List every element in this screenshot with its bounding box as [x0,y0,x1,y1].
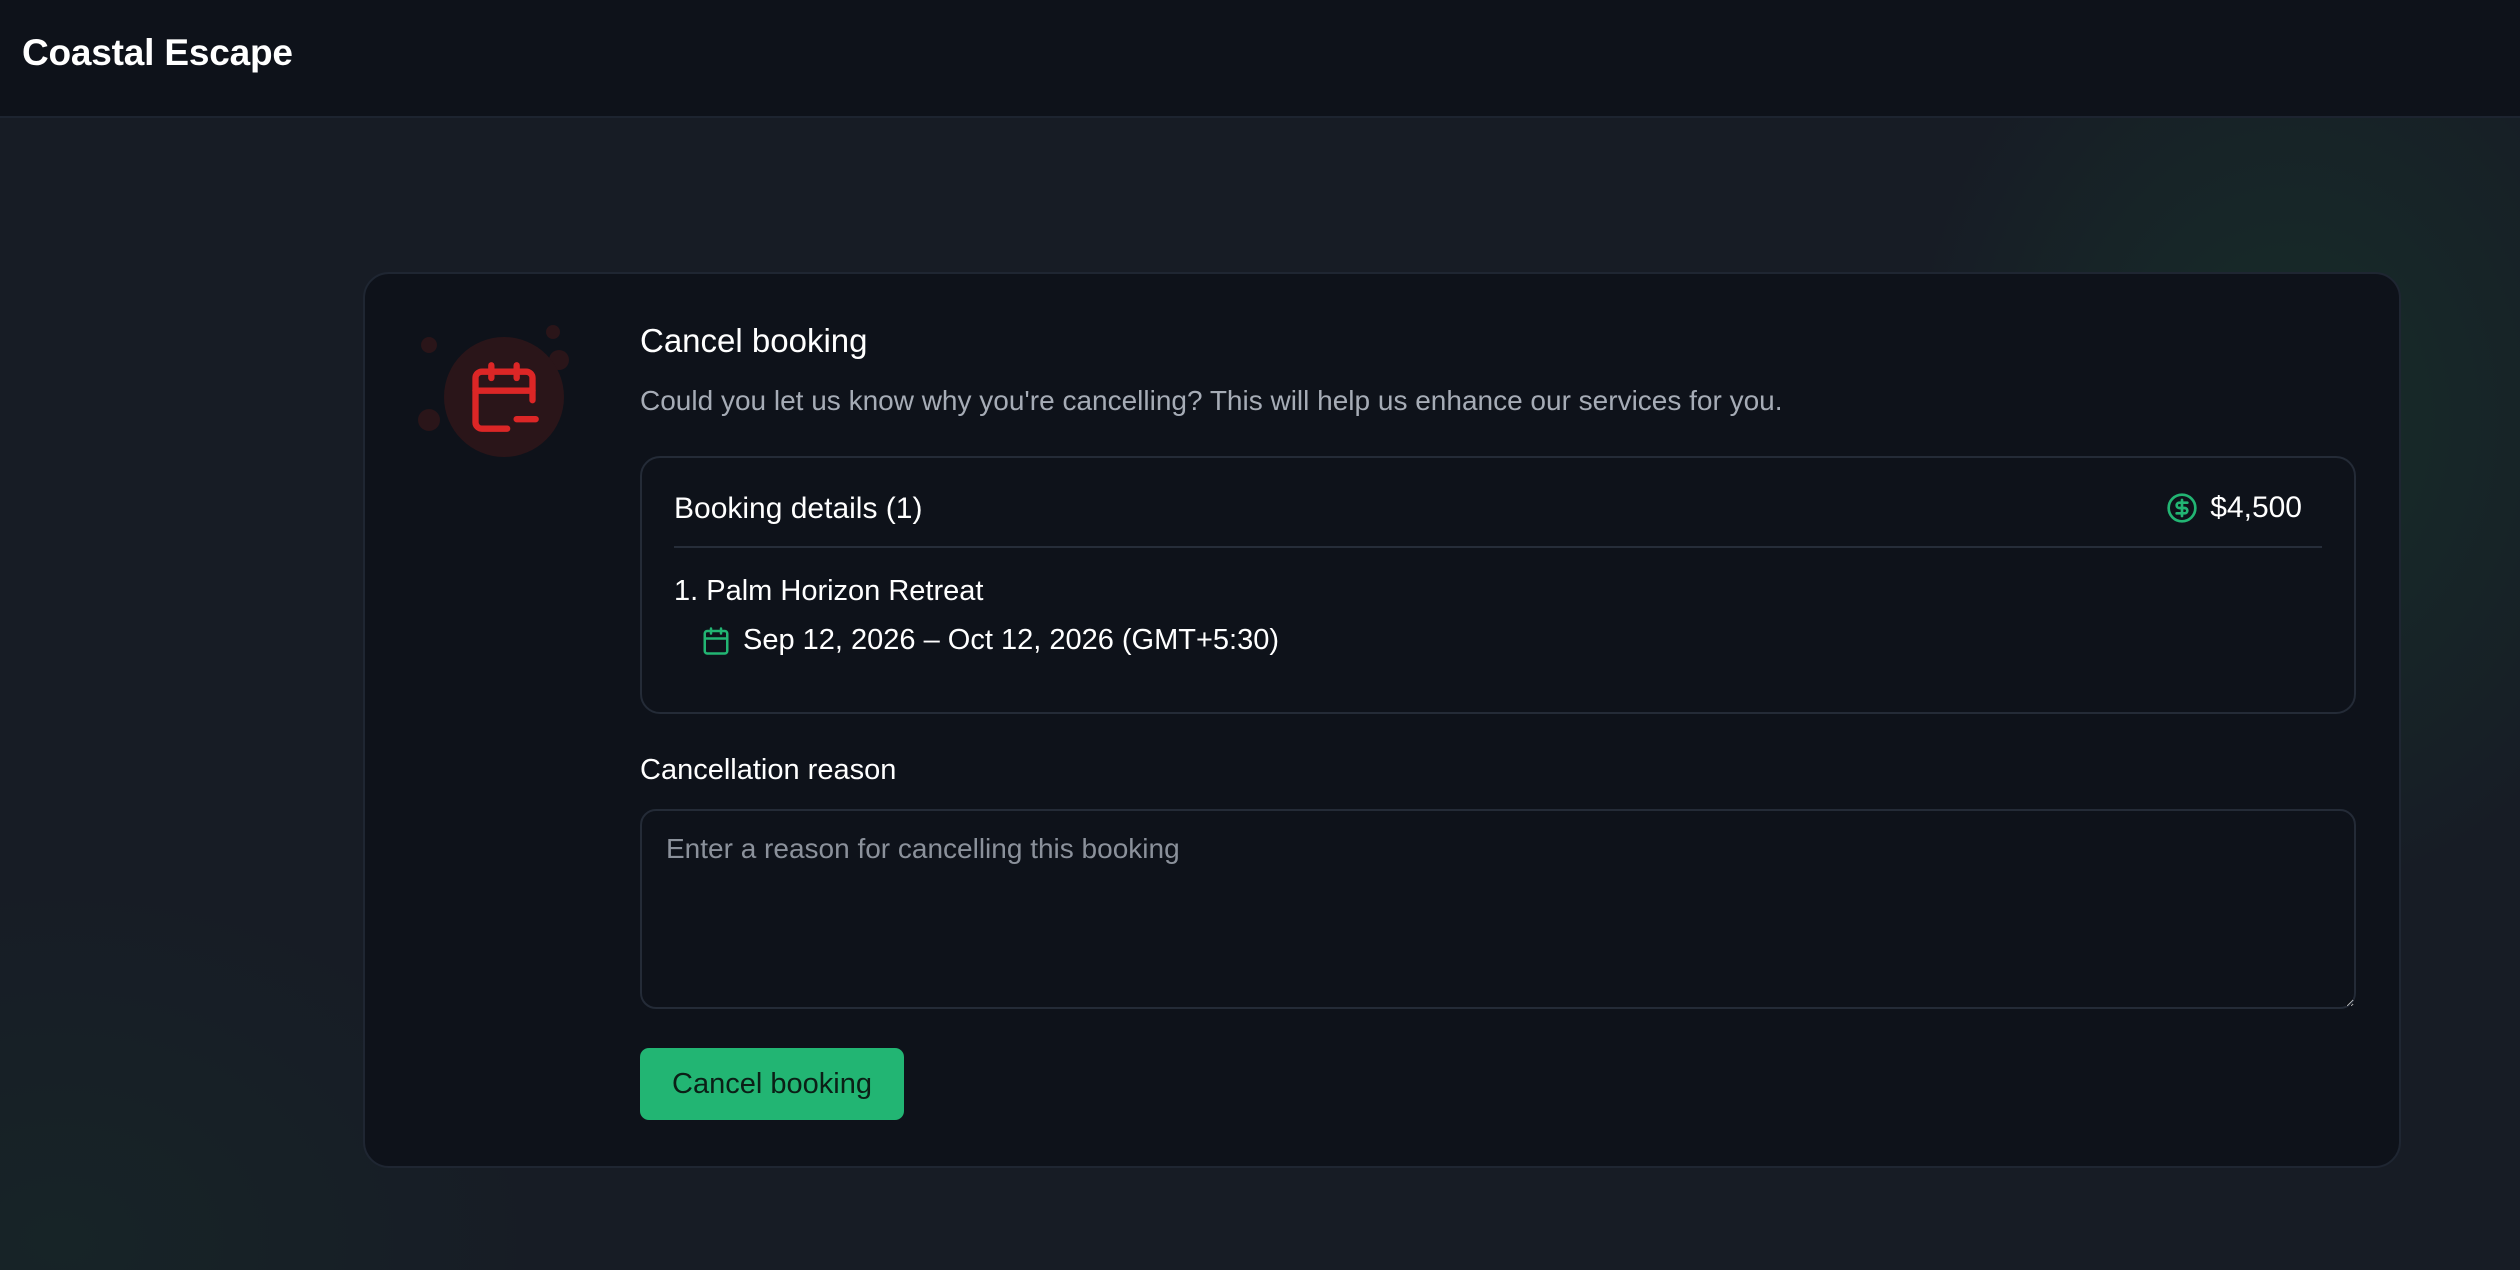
calendar-minus-icon-badge [444,337,564,457]
decorative-dot [546,325,560,339]
cancel-booking-button[interactable]: Cancel booking [640,1048,904,1120]
decorative-dot [418,409,440,431]
booking-details-panel: Booking details (1) $4,500 1. Palm Horiz… [640,456,2356,714]
booking-price-value: $4,500 [2210,491,2302,524]
dollar-circle-icon [2167,493,2197,523]
cancellation-reason-label: Cancellation reason [640,754,897,786]
dialog-icon-decoration [408,325,569,465]
dialog-title: Cancel booking [640,322,868,359]
cancellation-reason-input[interactable] [640,809,2356,1009]
divider [674,546,2322,548]
booking-details-title: Booking details (1) [674,492,923,525]
booking-item-date-range: Sep 12, 2026 – Oct 12, 2026 (GMT+5:30) [743,624,1280,656]
brand-logo-text[interactable]: Coastal Escape [22,32,293,74]
booking-item-name: 1. Palm Horizon Retreat [674,575,984,607]
top-bar: Coastal Escape [0,0,2520,118]
booking-price: $4,500 [2166,491,2302,525]
decorative-dot [421,337,437,353]
cancel-booking-dialog: Cancel booking Could you let us know why… [363,272,2401,1168]
booking-item-dates: Sep 12, 2026 – Oct 12, 2026 (GMT+5:30) [701,624,1279,657]
dialog-subtitle: Could you let us know why you're cancell… [640,385,1783,416]
calendar-minus-icon [472,362,539,432]
calendar-icon [703,626,729,655]
